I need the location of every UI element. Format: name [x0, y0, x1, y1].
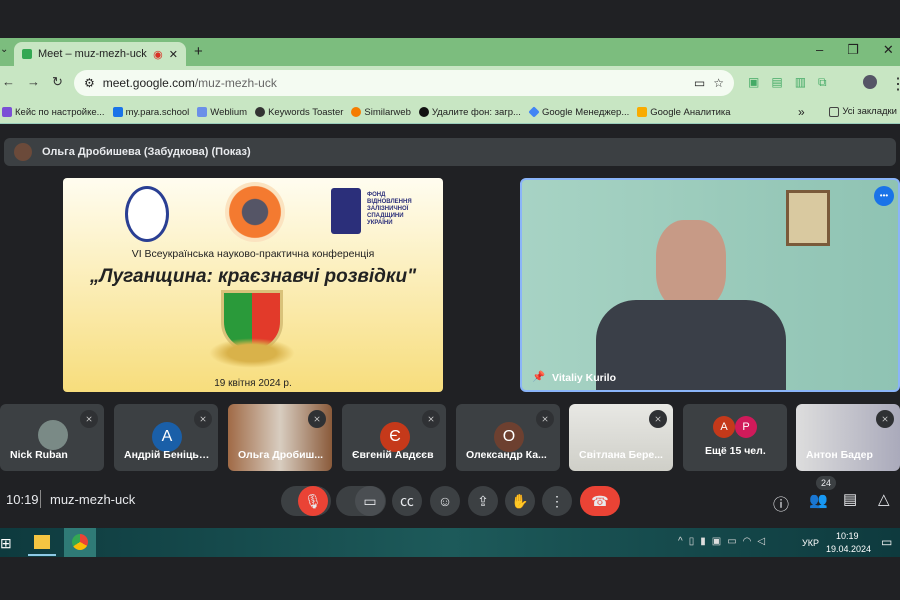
speaker-name: Vitaliy Kurilo	[552, 372, 616, 384]
nav-buttons[interactable]: ← → ↻	[2, 74, 63, 90]
site-info-icon[interactable]: ⚙	[84, 76, 95, 90]
bookmark[interactable]: Google Менеджер...	[528, 106, 629, 118]
participant-tile[interactable]: ⨯ Світлана Бере...	[569, 404, 673, 471]
mic-off-icon: ⨯	[876, 410, 894, 428]
language-indicator[interactable]: УКР	[802, 538, 819, 548]
fund-name: ФОНД ВІДНОВЛЕННЯ ЗАЛІЗНИЧНОЇ СПАДЩИНИ УК…	[367, 192, 412, 226]
star-icon[interactable]: ☆	[713, 76, 724, 90]
bookmark[interactable]: my.para.school	[112, 107, 189, 118]
camera-button[interactable]: ▭	[355, 486, 385, 516]
extension-icons[interactable]: ▣ ▤ ▥ ⧉	[748, 75, 827, 90]
bookmark[interactable]: Google Аналитика	[637, 107, 731, 118]
tab-search-icon[interactable]: ⌄	[0, 44, 8, 55]
bookmarks-list: Кейс по настройке... my.para.school Webl…	[2, 100, 731, 124]
clock-time[interactable]: 10:19	[836, 531, 859, 541]
pin-icon[interactable]: 📌	[532, 370, 545, 383]
participant-tile[interactable]: Є ⨯ Євгеній Авдєєв	[342, 404, 446, 471]
tab-title: Meet – muz-mezh-uck	[38, 48, 147, 60]
notifications-icon[interactable]: ▭	[881, 535, 892, 549]
meeting-code: muz-mezh-uck	[50, 492, 136, 507]
people-icon[interactable]: 👥	[809, 491, 828, 509]
avatar: А	[152, 422, 182, 452]
bookmark[interactable]: Weblium	[197, 107, 247, 118]
folder-icon	[829, 106, 840, 117]
mic-off-icon: ⨯	[422, 410, 440, 428]
participant-tile[interactable]: ⨯ Nick Ruban	[0, 404, 104, 471]
speaker-body	[596, 300, 786, 390]
bookmark[interactable]: Keywords Toaster	[255, 107, 343, 118]
avatar: О	[494, 422, 524, 452]
window-controls[interactable]: – ❐ ✕	[816, 42, 894, 58]
society-logo	[125, 186, 169, 242]
mic-off-icon: ⨯	[80, 410, 98, 428]
speaker-head	[656, 220, 726, 310]
chat-icon[interactable]: ▤	[843, 490, 857, 508]
info-icon[interactable]: ⓘ	[773, 491, 789, 515]
avatar: Р	[735, 416, 757, 438]
bookmarks-bar: Кейс по настройке... my.para.school Webl…	[0, 100, 900, 124]
avatar: А	[713, 416, 735, 438]
wheat-wreath	[209, 338, 295, 368]
museum-logo	[225, 182, 285, 242]
start-button[interactable]: ⊞	[0, 535, 12, 552]
menu-icon[interactable]: ⋮	[890, 74, 900, 94]
speaker-video[interactable]: ••• 📌 Vitaliy Kurilo	[520, 178, 900, 392]
participant-tile[interactable]: ⨯ Ольга Дробиш...	[228, 404, 332, 471]
close-tab-icon[interactable]: ✕	[169, 48, 178, 61]
mic-off-icon: ⨯	[536, 410, 554, 428]
profile-avatar[interactable]	[863, 75, 877, 89]
participant-tile[interactable]: ⨯ Антон Бадер	[796, 404, 900, 471]
meeting-time: 10:19	[6, 492, 39, 507]
meet-favicon-icon	[22, 49, 32, 59]
railway-fund-logo	[331, 188, 361, 234]
presenter-bar: Ольга Дробишева (Забудкова) (Показ)	[4, 138, 896, 166]
mic-off-icon: ⨯	[308, 410, 326, 428]
more-bookmarks-button[interactable]: »	[798, 105, 805, 119]
avatar	[38, 420, 68, 450]
presentation-slide: ФОНД ВІДНОВЛЕННЯ ЗАЛІЗНИЧНОЇ СПАДЩИНИ УК…	[63, 178, 443, 392]
end-call-button[interactable]: ☎	[580, 486, 620, 516]
mic-off-icon: ⨯	[194, 410, 212, 428]
new-tab-button[interactable]: +	[194, 43, 203, 60]
people-count-badge: 24	[816, 476, 836, 490]
slide-title: „Луганщина: краєзнавчі розвідки"	[89, 266, 417, 287]
active-indicator	[28, 554, 56, 556]
participant-tile-more[interactable]: А Р Ещё 15 чел.	[683, 404, 787, 471]
clock-date[interactable]: 19.04.2024	[826, 544, 871, 554]
slide-date: 19 квітня 2024 р.	[214, 378, 292, 389]
activities-icon[interactable]: △	[878, 490, 890, 508]
bookmark[interactable]: Удалите фон: загр...	[418, 107, 521, 118]
tab-bar: ⌄ Meet – muz-mezh-uck ◉ ✕ + – ❐ ✕	[0, 38, 900, 66]
wall-certificate	[786, 190, 830, 246]
system-tray-icons[interactable]: ^ ▯ ▮ ▣ ▭ ◠ ◁	[678, 536, 765, 547]
emoji-button[interactable]: ☺	[430, 486, 460, 516]
slide-subtitle: VI Всеукраїнська науково-практична конфе…	[131, 248, 375, 260]
url-input[interactable]: ⚙ meet.google.com/muz-mezh-uck ▭ ☆	[74, 70, 734, 96]
windows-taskbar: ⊞ ^ ▯ ▮ ▣ ▭ ◠ ◁ УКР 10:19 19.04.2024 ▭	[0, 528, 900, 557]
avatar: Є	[380, 422, 410, 452]
presenter-name: Ольга Дробишева (Забудкова) (Показ)	[42, 146, 251, 158]
recording-icon: ◉	[153, 48, 163, 61]
more-options-button[interactable]: ⋮	[542, 486, 572, 516]
captions-button[interactable]: ㏄	[392, 486, 422, 516]
tab-meet[interactable]: Meet – muz-mezh-uck ◉ ✕	[14, 42, 186, 66]
participant-tile[interactable]: А ⨯ Андрій Беніцьк...	[114, 404, 218, 471]
bookmark[interactable]: Кейс по настройке...	[2, 107, 105, 118]
presenter-avatar	[14, 143, 32, 161]
mic-off-button[interactable]: 🎙	[298, 486, 328, 516]
bookmark[interactable]: Similarweb	[351, 107, 411, 118]
all-bookmarks[interactable]: Усі закладки	[829, 106, 897, 117]
address-bar: ← → ↻ ⚙ meet.google.com/muz-mezh-uck ▭ ☆ ▣…	[0, 66, 900, 100]
camera-icon[interactable]: ▭	[694, 76, 705, 90]
chrome-taskbar-button[interactable]	[64, 528, 96, 557]
present-button[interactable]: ⇪	[468, 486, 498, 516]
divider	[40, 490, 41, 508]
raise-hand-button[interactable]: ✋	[505, 486, 535, 516]
mic-off-icon: ⨯	[649, 410, 667, 428]
participant-tile[interactable]: О ⨯ Олександр Ка...	[456, 404, 560, 471]
file-explorer-icon[interactable]	[34, 535, 50, 549]
more-options-button[interactable]: •••	[874, 186, 894, 206]
